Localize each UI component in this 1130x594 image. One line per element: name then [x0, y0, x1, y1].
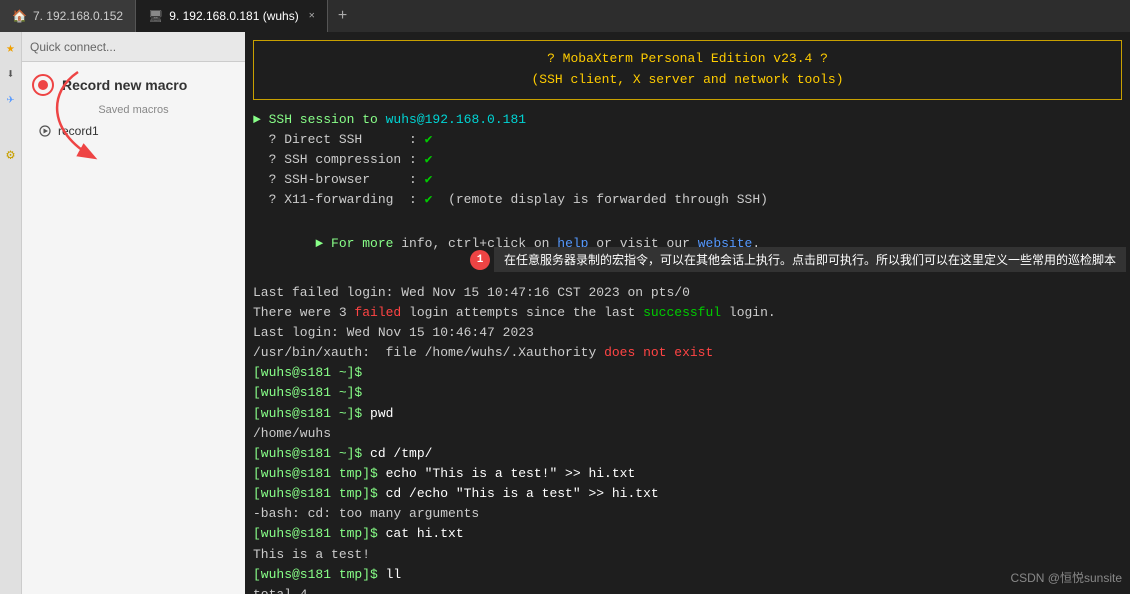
tab-2-label: 9. 192.168.0.181 (wuhs) [169, 9, 298, 23]
tab-2[interactable]: 🖥 9. 192.168.0.181 (wuhs) ✕ [136, 0, 328, 32]
macro-name: record1 [58, 124, 99, 138]
x11-forwarding-line: ? X11-forwarding : ✔ (remote display is … [253, 190, 1122, 210]
terminal-area[interactable]: ? MobaXterm Personal Edition v23.4 ? (SS… [245, 32, 1130, 594]
ssh-browser-line: ? SSH-browser : ✔ [253, 170, 1122, 190]
record-icon [32, 74, 54, 96]
tab-1[interactable]: 🏠 7. 192.168.0.152 [0, 0, 136, 32]
output-line-1: Last failed login: Wed Nov 15 10:47:16 C… [253, 283, 1122, 303]
output-line-12: -bash: cd: too many arguments [253, 504, 1122, 524]
output-line-9: [wuhs@s181 ~]$ cd /tmp/ [253, 444, 1122, 464]
ssh-compression-line: ? SSH compression : ✔ [253, 150, 1122, 170]
direct-ssh-line: ? Direct SSH : ✔ [253, 130, 1122, 150]
output-line-10: [wuhs@s181 tmp]$ echo "This is a test!" … [253, 464, 1122, 484]
download-icon[interactable]: ⬇ [7, 67, 15, 82]
welcome-line-1: ? MobaXterm Personal Edition v23.4 ? [270, 49, 1105, 70]
tab-2-icon: 🖥 [148, 9, 163, 24]
welcome-line-2: (SSH client, X server and network tools) [270, 70, 1105, 91]
output-line-2: There were 3 failed login attempts since… [253, 303, 1122, 323]
settings-icon[interactable]: ⚙ [6, 147, 14, 164]
send-icon[interactable]: ✈ [7, 92, 15, 107]
quick-connect-label: Quick connect... [30, 40, 116, 54]
quick-connect-bar[interactable]: Quick connect... [22, 32, 245, 62]
macro-item-record1[interactable]: record1 [32, 120, 235, 142]
star-icon[interactable]: ★ [6, 40, 14, 57]
macro-play-icon [38, 124, 52, 138]
terminal-output: Last failed login: Wed Nov 15 10:47:16 C… [253, 283, 1122, 594]
tab-add-button[interactable]: + [328, 7, 358, 25]
tab-1-label: 7. 192.168.0.152 [33, 9, 123, 23]
session-info: ► SSH session to wuhs@192.168.0.181 ? Di… [253, 110, 1122, 211]
sidebar: ★ ⬇ ✈ ⚙ Quick connect... Record ne [0, 32, 245, 594]
output-line-16: total 4 [253, 585, 1122, 594]
output-line-4: /usr/bin/xauth: file /home/wuhs/.Xauthor… [253, 343, 1122, 363]
saved-macros-label: Saved macros [32, 104, 235, 116]
output-line-6: [wuhs@s181 ~]$ [253, 383, 1122, 403]
output-line-7: [wuhs@s181 ~]$ pwd [253, 404, 1122, 424]
welcome-box: ? MobaXterm Personal Edition v23.4 ? (SS… [253, 40, 1122, 100]
record-macro-label: Record new macro [62, 77, 187, 93]
ssh-session-line: ► SSH session to wuhs@192.168.0.181 [253, 110, 1122, 130]
output-line-14: This is a test! [253, 545, 1122, 565]
output-line-11: [wuhs@s181 tmp]$ cd /echo "This is a tes… [253, 484, 1122, 504]
tab-1-icon: 🏠 [12, 9, 27, 24]
output-line-3: Last login: Wed Nov 15 10:46:47 2023 [253, 323, 1122, 343]
tab-bar: 🏠 7. 192.168.0.152 🖥 9. 192.168.0.181 (w… [0, 0, 1130, 32]
output-line-5: [wuhs@s181 ~]$ [253, 363, 1122, 383]
record-dot [38, 80, 48, 90]
record-macro-section: Record new macro Saved macros record1 [22, 62, 245, 150]
output-line-13: [wuhs@s181 tmp]$ cat hi.txt [253, 524, 1122, 544]
help-line: ► For more info, ctrl+click on help or v… [253, 214, 1122, 274]
watermark: CSDN @恒悦sunsite [1010, 569, 1122, 586]
output-line-8: /home/wuhs [253, 424, 1122, 444]
left-icon-strip: ★ ⬇ ✈ ⚙ [0, 32, 22, 594]
sidebar-inner: Quick connect... Record new macro Saved … [22, 32, 245, 594]
main-content: ★ ⬇ ✈ ⚙ Quick connect... Record ne [0, 32, 1130, 594]
record-macro-button[interactable]: Record new macro [32, 70, 235, 100]
output-line-15: [wuhs@s181 tmp]$ ll [253, 565, 1122, 585]
tab-2-close-icon[interactable]: ✕ [309, 10, 315, 22]
